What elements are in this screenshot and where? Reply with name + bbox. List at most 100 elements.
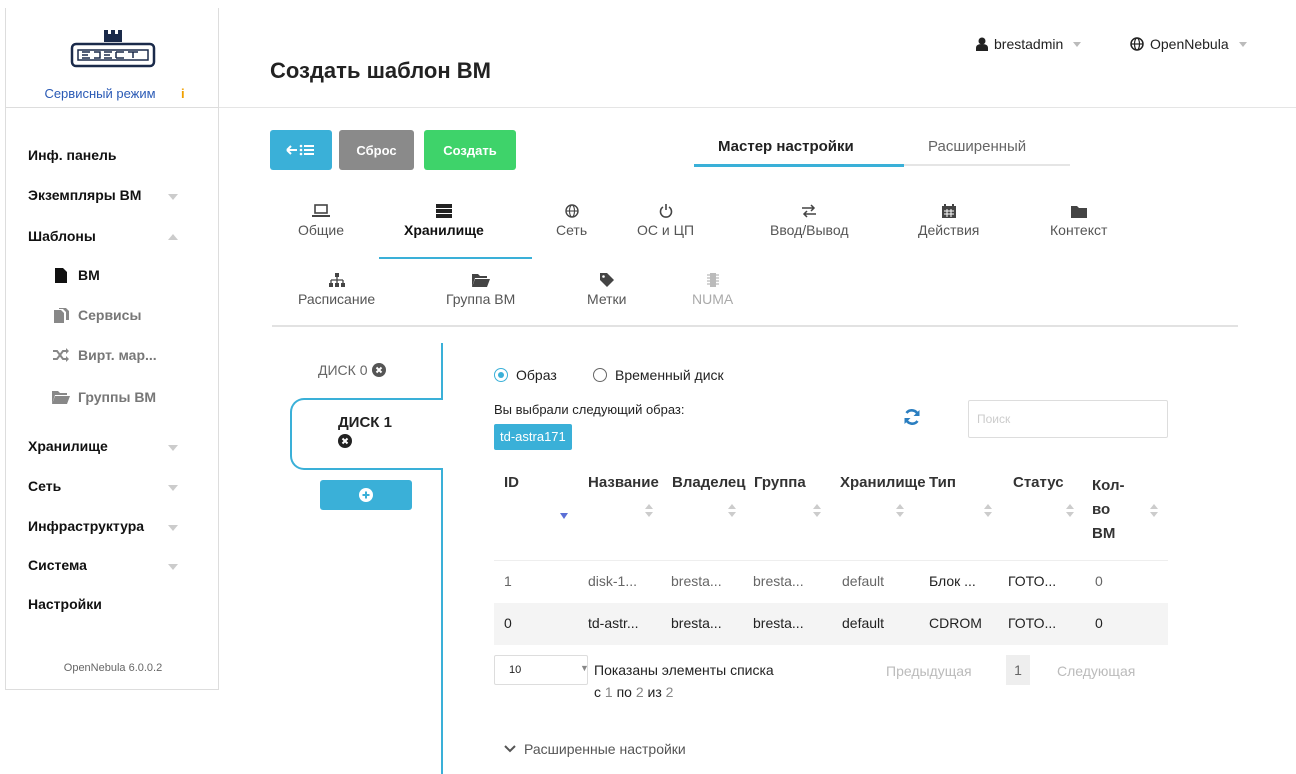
tab-network[interactable]: Сеть (556, 204, 587, 238)
reset-button[interactable]: Сброс (339, 130, 414, 170)
back-list-icon (286, 144, 314, 156)
nav-dashboard[interactable]: Инф. панель (28, 147, 117, 163)
nav-settings[interactable]: Настройки (28, 596, 102, 612)
range-to-word: по (616, 684, 632, 700)
sort-icon (728, 504, 736, 518)
nav-templates-vm[interactable]: ВМ (52, 267, 100, 283)
search-input[interactable] (968, 400, 1168, 438)
tab-context-label: Контекст (1050, 222, 1108, 238)
tab-schedule[interactable]: Расписание (298, 273, 375, 307)
info-icon[interactable]: i (181, 86, 185, 101)
col-owner[interactable]: Владелец (672, 474, 745, 491)
close-circle-icon[interactable] (338, 434, 352, 448)
tab-advanced[interactable]: Расширенный (928, 138, 1026, 155)
nav-templates-vmgroups[interactable]: Группы ВМ (52, 389, 156, 405)
sort-desc-icon (560, 513, 568, 519)
cell-vms: 0 (1095, 573, 1103, 589)
nav-network[interactable]: Сеть (28, 478, 61, 494)
tab-tags-label: Метки (587, 291, 627, 307)
nav-templates-vrouters[interactable]: Вирт. мар... (52, 347, 157, 363)
user-icon (976, 37, 988, 51)
nav-infrastructure[interactable]: Инфраструктура (28, 518, 144, 534)
col-name[interactable]: Название (588, 474, 659, 491)
chevron-down-icon (168, 525, 178, 531)
tab-io[interactable]: Ввод/Вывод (770, 204, 848, 238)
table-row[interactable]: 1 disk-1... bresta... bresta... default … (494, 560, 1168, 602)
globe-icon (1130, 37, 1144, 51)
add-disk-button[interactable] (320, 480, 412, 510)
col-id[interactable]: ID (504, 474, 519, 491)
tab-storage-label: Хранилище (404, 222, 484, 238)
selected-image-label: Вы выбрали следующий образ: (494, 402, 685, 417)
page-size-select[interactable]: 10 (494, 655, 588, 685)
tab-wizard[interactable]: Мастер настройки (718, 138, 854, 155)
disk-tab-0-label: ДИСК 0 (318, 362, 368, 378)
disk-tab-1[interactable]: ДИСК 1 (290, 398, 443, 470)
advanced-settings-toggle[interactable]: Расширенные настройки (504, 741, 686, 757)
disk-tab-1-label: ДИСК 1 (338, 414, 392, 431)
table-row[interactable]: 0 td-astr... bresta... bresta... default… (494, 603, 1168, 645)
current-page[interactable]: 1 (1006, 655, 1030, 685)
tab-storage[interactable]: Хранилище (404, 204, 484, 238)
nav-storage[interactable]: Хранилище (28, 438, 108, 454)
sort-icon (1150, 504, 1158, 518)
col-datastore[interactable]: Хранилище (840, 474, 926, 491)
user-name: brestadmin (994, 36, 1064, 52)
col-status[interactable]: Статус (1013, 474, 1064, 491)
radio-image-circle[interactable] (494, 368, 508, 382)
power-icon (637, 204, 694, 222)
col-vm-count-line2: во (1092, 501, 1111, 518)
chevron-down-icon (504, 745, 516, 753)
mode-tabs: Мастер настройки Расширенный (694, 130, 1070, 167)
pagination-info-text: Показаны элементы списка (594, 662, 774, 678)
tab-os-cpu[interactable]: ОС и ЦП (637, 204, 694, 238)
nav-templates-vmgroups-label: Группы ВМ (78, 389, 157, 405)
range-of-word: из (647, 684, 662, 700)
tab-context[interactable]: Контекст (1050, 204, 1107, 238)
folder-open-icon (446, 273, 515, 291)
active-tab-indicator (694, 164, 904, 167)
sort-icon (896, 504, 904, 518)
sort-icon (813, 504, 821, 518)
tab-vm-group[interactable]: Группа ВМ (446, 273, 515, 307)
back-to-list-button[interactable] (270, 130, 332, 170)
nav-templates-services[interactable]: Сервисы (52, 307, 141, 323)
cell-status: ГОТО... (1008, 573, 1057, 589)
col-group[interactable]: Группа (754, 474, 806, 491)
calendar-icon (918, 204, 979, 222)
pagination-range: с 1 по 2 из 2 (594, 681, 824, 703)
cell-owner: bresta... (671, 573, 722, 589)
zone-menu[interactable]: OpenNebula (1130, 36, 1247, 52)
user-menu[interactable]: brestadmin (976, 36, 1082, 52)
cell-datastore: default (842, 573, 885, 589)
brest-logo (70, 30, 156, 68)
shuffle-icon (52, 348, 70, 362)
sidebar: Сервисный режим i Инф. панель Экземпляры… (5, 8, 219, 690)
radio-volatile[interactable]: Временный диск (593, 367, 724, 383)
cell-id: 1 (504, 573, 512, 589)
radio-volatile-circle[interactable] (593, 368, 607, 382)
col-vm-count[interactable]: Кол- во ВМ (1092, 474, 1124, 546)
radio-image[interactable]: Образ (494, 367, 557, 383)
tab-numa[interactable]: NUMA (692, 273, 733, 307)
tab-actions[interactable]: Действия (918, 204, 979, 238)
plus-circle-icon (359, 488, 373, 502)
tab-tags[interactable]: Метки (587, 273, 627, 307)
globe-icon (556, 204, 587, 222)
close-circle-icon[interactable] (371, 363, 386, 377)
tab-general[interactable]: Общие (298, 204, 344, 238)
col-type[interactable]: Тип (929, 474, 956, 491)
nav-templates[interactable]: Шаблоны (28, 228, 96, 244)
tab-network-label: Сеть (556, 222, 588, 238)
nav-system[interactable]: Система (28, 557, 87, 573)
prev-page-button[interactable]: Предыдущая (886, 663, 972, 679)
pagination-info: Показаны элементы списка с 1 по 2 из 2 (594, 659, 824, 703)
range-from: 1 (604, 684, 613, 700)
next-page-button[interactable]: Следующая (1057, 663, 1135, 679)
create-button[interactable]: Создать (424, 130, 516, 170)
tab-io-label: Ввод/Вывод (770, 222, 849, 238)
refresh-icon[interactable] (903, 408, 921, 426)
chevron-up-icon (168, 234, 178, 240)
nav-vms[interactable]: Экземпляры ВМ (28, 187, 141, 203)
disk-tab-0[interactable]: ДИСК 0 (318, 362, 386, 378)
